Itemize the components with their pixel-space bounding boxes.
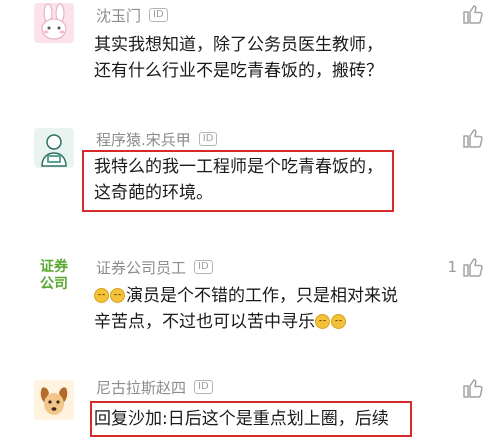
like-button[interactable]: 1 xyxy=(447,255,485,279)
like-button[interactable] xyxy=(457,2,485,26)
comment-line: 还有什么行业不是吃青春饭的，搬砖？ xyxy=(94,61,383,81)
securities-company-avatar[interactable]: 证券 公司 xyxy=(34,256,74,296)
comment-line: 演员是个不错的工作，只是相对来说 xyxy=(94,283,398,309)
comment-item: 沈玉门 ID 其实我想知道，除了公务员医生教师， 还有什么行业不是吃青春饭的，搬… xyxy=(0,0,499,110)
comment-line-text: 演员是个不错的工作，只是相对来说 xyxy=(126,286,398,306)
comment-text: 演员是个不错的工作，只是相对来说 辛苦点，不过也可以苦中寻乐 xyxy=(94,283,398,335)
bunny-avatar[interactable] xyxy=(34,3,74,43)
comment-header: 程序猿.宋兵甲 ID xyxy=(96,128,218,150)
thumbs-up-icon xyxy=(461,255,485,279)
username[interactable]: 证券公司员工 xyxy=(96,257,186,278)
comment-text: 我特么的我一工程师是个吃青春饭的， 这奇葩的环境。 xyxy=(94,154,383,206)
programmer-avatar[interactable] xyxy=(34,128,74,168)
thumbs-up-icon xyxy=(461,126,485,150)
thumbs-up-icon xyxy=(461,2,485,26)
comment-line: 回复沙加:日后这个是重点划上圈，后续 xyxy=(94,409,389,429)
like-count: 1 xyxy=(447,258,457,276)
comment-line: 我特么的我一工程师是个吃青春饭的， xyxy=(94,157,383,177)
comment-header: 尼古拉斯赵四 ID xyxy=(96,376,213,398)
thumbs-up-icon xyxy=(461,376,485,400)
grinning-face-icon xyxy=(331,314,346,329)
like-button[interactable] xyxy=(457,126,485,150)
comment-item: 证券 公司 证券公司员工 ID 1 演员是个不错的工作，只是相对来说 辛苦点，不… xyxy=(0,246,499,356)
comment-line: 辛苦点，不过也可以苦中寻乐 xyxy=(94,309,398,335)
username[interactable]: 尼古拉斯赵四 xyxy=(96,377,186,398)
comment-line-text: 辛苦点，不过也可以苦中寻乐 xyxy=(94,312,315,332)
comment-line: 其实我想知道，除了公务员医生教师， xyxy=(94,35,383,55)
username[interactable]: 沈玉门 xyxy=(96,5,141,26)
comment-text: 其实我想知道，除了公务员医生教师， 还有什么行业不是吃青春饭的，搬砖？ xyxy=(94,32,383,84)
comment-header: 证券公司员工 ID xyxy=(96,256,213,278)
id-badge: ID xyxy=(194,260,213,274)
avatar-text: 公司 xyxy=(40,276,68,292)
avatar-text: 证券 xyxy=(40,259,68,275)
dog-avatar[interactable] xyxy=(34,380,74,420)
id-badge: ID xyxy=(194,380,213,394)
like-button[interactable] xyxy=(457,376,485,400)
id-badge: ID xyxy=(149,8,168,22)
grinning-face-icon xyxy=(315,314,330,329)
comment-item: 尼古拉斯赵四 ID 回复沙加:日后这个是重点划上圈，后续 xyxy=(0,376,499,442)
grinning-face-icon xyxy=(94,288,109,303)
grinning-face-icon xyxy=(110,288,125,303)
username[interactable]: 程序猿.宋兵甲 xyxy=(96,129,191,150)
comment-header: 沈玉门 ID xyxy=(96,4,168,26)
comment-text: 回复沙加:日后这个是重点划上圈，后续 xyxy=(94,406,389,432)
id-badge: ID xyxy=(198,132,218,146)
comment-item: 程序猿.宋兵甲 ID 我特么的我一工程师是个吃青春饭的， 这奇葩的环境。 xyxy=(0,120,499,220)
comment-line: 这奇葩的环境。 xyxy=(94,183,213,203)
